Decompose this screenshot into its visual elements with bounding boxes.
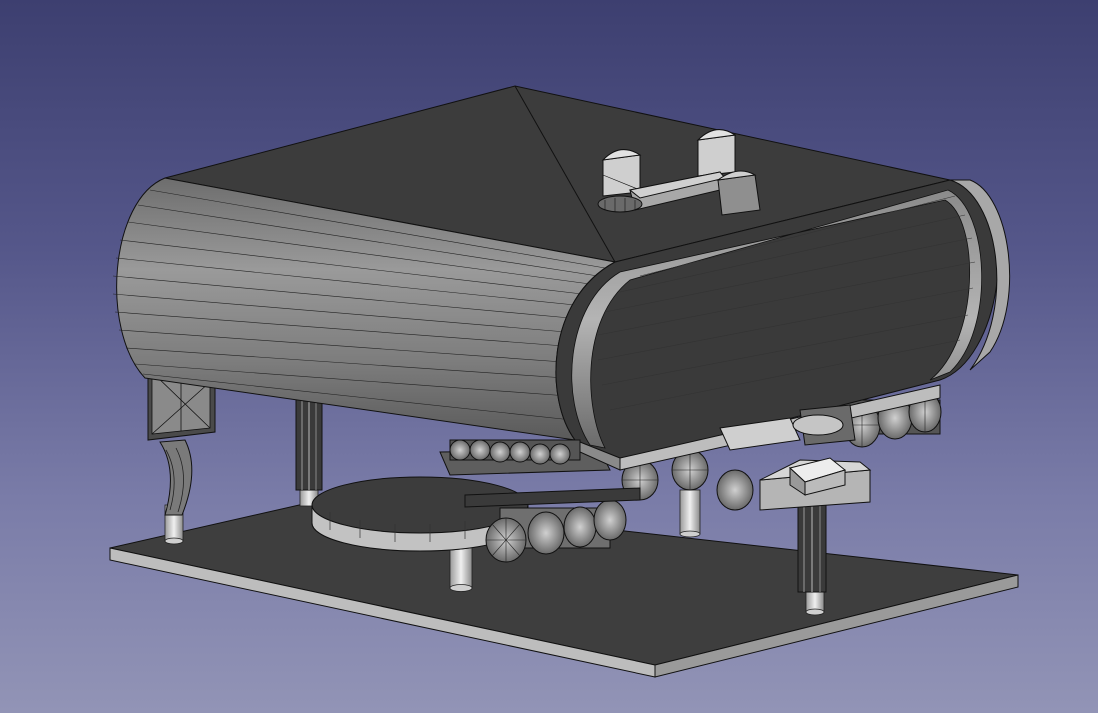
3d-viewport[interactable] <box>0 0 1098 713</box>
left-bracket[interactable] <box>147 364 216 516</box>
rear-leg-right[interactable] <box>797 499 827 593</box>
motor-block[interactable] <box>759 457 872 511</box>
rear-leg-left[interactable] <box>295 397 323 491</box>
cad-model-render[interactable] <box>0 0 1098 713</box>
under-shell-gear-strip[interactable] <box>449 439 581 465</box>
